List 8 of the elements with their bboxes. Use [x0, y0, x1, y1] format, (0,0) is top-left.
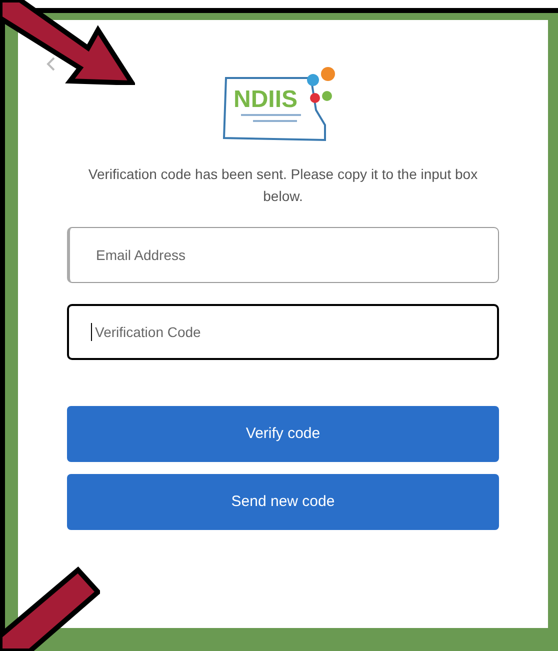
- verify-button[interactable]: Verify code: [67, 406, 499, 462]
- logo-text: NDIIS: [234, 88, 298, 112]
- input-field[interactable]: Email Address: [67, 227, 499, 283]
- input-field[interactable]: Verification Code: [67, 304, 499, 360]
- verification-message: Verification code has been sent. Please copy it to the input box below.: [87, 165, 479, 206]
- back-icon[interactable]: [46, 56, 56, 72]
- resend-button[interactable]: Send new code: [67, 474, 499, 530]
- text-cursor: [91, 323, 92, 341]
